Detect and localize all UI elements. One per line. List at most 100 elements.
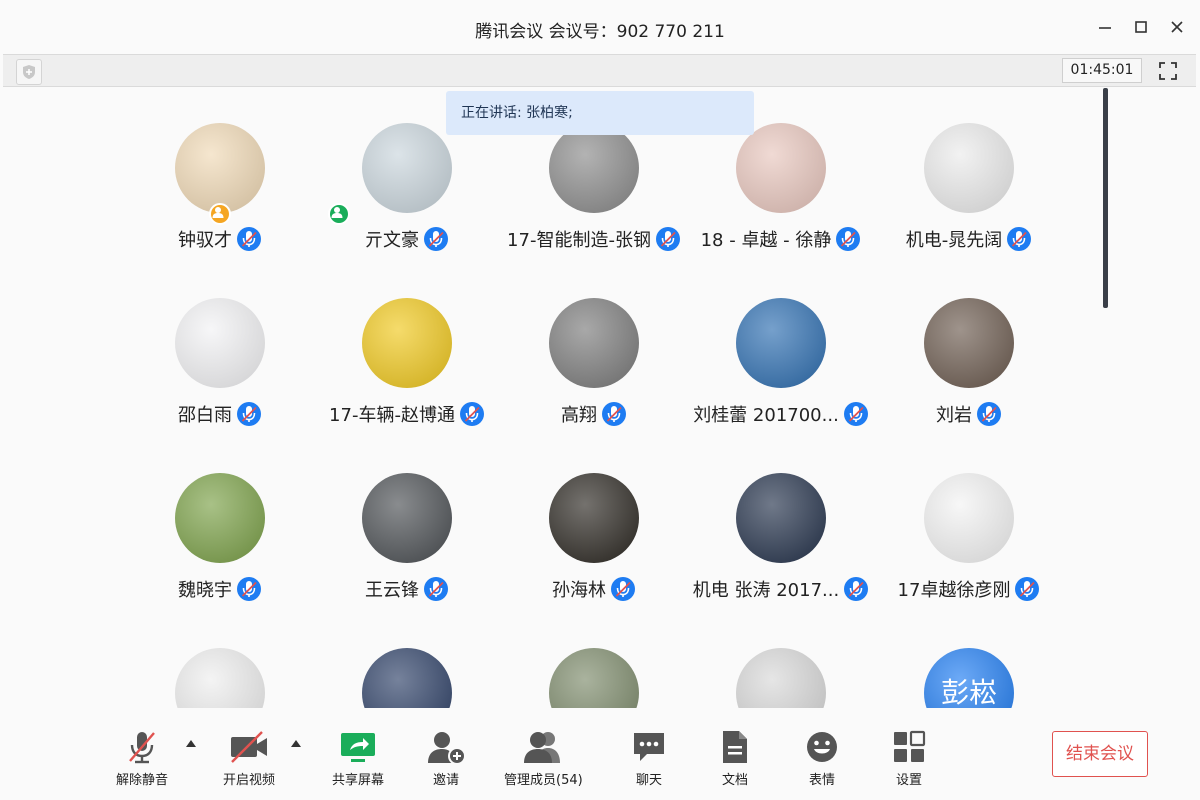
manage-members-label: 管理成员(54) <box>504 773 583 788</box>
participant-name: 机电-晁先阔 <box>905 230 1003 251</box>
unmute-button[interactable]: 解除静音 <box>116 728 168 788</box>
host-badge-icon <box>209 203 231 225</box>
participant-tile[interactable]: 机电 张涛 2017... <box>671 473 891 623</box>
maximize-button[interactable] <box>1130 16 1152 38</box>
avatar <box>549 648 639 708</box>
mic-muted-icon <box>236 226 262 252</box>
chat-button[interactable]: 聊天 <box>627 728 671 788</box>
end-meeting-button[interactable]: 结束会议 <box>1052 731 1148 777</box>
invite-label: 邀请 <box>432 773 459 788</box>
avatar <box>362 473 452 563</box>
minimize-button[interactable] <box>1094 16 1116 38</box>
avatar: 彭崧 <box>924 648 1014 708</box>
participant-tile[interactable]: 17卓越徐彦刚 <box>859 473 1079 623</box>
security-button[interactable] <box>16 59 42 85</box>
document-icon <box>723 731 747 763</box>
avatar <box>924 473 1014 563</box>
avatar <box>362 648 452 708</box>
participant-tile[interactable]: 彭崧 <box>859 648 1079 708</box>
mic-muted-icon <box>835 226 861 252</box>
emoji-button[interactable]: 表情 <box>800 728 844 788</box>
avatar <box>736 473 826 563</box>
participant-name-row: 刘岩 <box>859 401 1079 427</box>
cohost-badge-icon <box>328 203 350 225</box>
minimize-icon <box>1099 27 1111 29</box>
avatar <box>924 298 1014 388</box>
audio-options-caret[interactable] <box>186 740 196 747</box>
avatar <box>736 648 826 708</box>
participant-name: 邵白雨 <box>178 405 232 426</box>
close-icon <box>1171 21 1183 33</box>
video-options-caret[interactable] <box>291 740 301 747</box>
avatar <box>175 123 265 213</box>
settings-button[interactable]: 设置 <box>887 728 931 788</box>
share-screen-label: 共享屏幕 <box>332 773 385 788</box>
mic-muted-icon <box>423 226 449 252</box>
mic-muted-icon <box>610 576 636 602</box>
mic-muted-icon <box>1006 226 1032 252</box>
participant-name: 钟驭才 <box>178 230 232 251</box>
meeting-info-strip: 01:45:01 <box>3 54 1196 87</box>
participant-name: 18 - 卓越 - 徐静 <box>700 230 832 251</box>
participant-name: 机电 张涛 2017... <box>692 580 840 601</box>
mic-muted-icon <box>1014 576 1040 602</box>
video-off-icon <box>231 731 267 763</box>
avatar <box>175 648 265 708</box>
participant-name: 17-智能制造-张钢 <box>507 230 651 251</box>
grid-scrollbar[interactable] <box>1103 88 1108 308</box>
participant-tile[interactable]: 刘桂蕾 201700... <box>671 298 891 448</box>
title-bar: 腾讯会议 会议号：902 770 211 <box>0 0 1200 54</box>
maximize-icon <box>1135 21 1147 33</box>
avatar <box>549 473 639 563</box>
documents-label: 文档 <box>721 773 748 788</box>
mic-muted-icon <box>601 401 627 427</box>
avatar <box>736 123 826 213</box>
manage-members-button[interactable]: 管理成员(54) <box>504 728 583 788</box>
avatar <box>175 298 265 388</box>
chat-label: 聊天 <box>635 773 662 788</box>
shield-icon <box>23 65 35 79</box>
start-video-button[interactable]: 开启视频 <box>223 728 275 788</box>
fullscreen-button[interactable] <box>1155 58 1181 84</box>
participant-name-row: 机电 张涛 2017... <box>671 576 891 602</box>
members-icon <box>524 732 561 763</box>
bottom-toolbar: 解除静音 开启视频 共享屏幕 邀请 管理成员(54) 聊天 文档 表情 设置 结… <box>0 708 1200 800</box>
participant-tile[interactable]: 机电-晁先阔 <box>859 123 1079 273</box>
avatar-initials: 彭崧 <box>940 676 997 708</box>
start-video-label: 开启视频 <box>223 773 276 788</box>
avatar <box>362 123 452 213</box>
mic-muted-icon <box>423 576 449 602</box>
mic-muted-icon <box>236 401 262 427</box>
avatar <box>362 298 452 388</box>
participant-name-row: 机电-晁先阔 <box>859 226 1079 252</box>
mic-muted-icon <box>976 401 1002 427</box>
mic-muted-icon <box>459 401 485 427</box>
avatar <box>549 298 639 388</box>
participant-tile[interactable]: 刘岩 <box>859 298 1079 448</box>
participant-name-row: 18 - 卓越 - 徐静 <box>671 226 891 252</box>
participant-name: 17卓越徐彦刚 <box>897 580 1011 601</box>
avatar <box>175 473 265 563</box>
participant-name: 王云锋 <box>365 580 419 601</box>
chat-icon <box>634 733 664 761</box>
fullscreen-icon <box>1159 62 1177 80</box>
documents-button[interactable]: 文档 <box>713 728 757 788</box>
unmute-label: 解除静音 <box>116 773 169 788</box>
invite-button[interactable]: 邀请 <box>424 728 468 788</box>
emoji-icon <box>807 732 837 762</box>
participant-name: 高翔 <box>561 405 597 426</box>
participant-name-row: 17卓越徐彦刚 <box>859 576 1079 602</box>
participant-tile[interactable]: 18 - 卓越 - 徐静 <box>671 123 891 273</box>
speaking-indicator: 正在讲话: 张柏寒; <box>446 91 754 135</box>
avatar <box>736 298 826 388</box>
close-button[interactable] <box>1166 16 1188 38</box>
add-user-icon <box>428 732 466 765</box>
participant-name: 刘桂蕾 201700... <box>693 405 839 426</box>
share-screen-icon <box>341 733 375 762</box>
avatar <box>924 123 1014 213</box>
participant-grid: 钟驭才 亓文豪 17-智能制造-张钢 18 - 卓越 - 徐静 机电-晁先阔 邵白雨 17-… <box>0 87 1100 708</box>
participant-name: 魏晓宇 <box>178 580 232 601</box>
share-screen-button[interactable]: 共享屏幕 <box>332 728 384 788</box>
mic-muted-icon <box>236 576 262 602</box>
participant-tile[interactable] <box>671 648 891 708</box>
